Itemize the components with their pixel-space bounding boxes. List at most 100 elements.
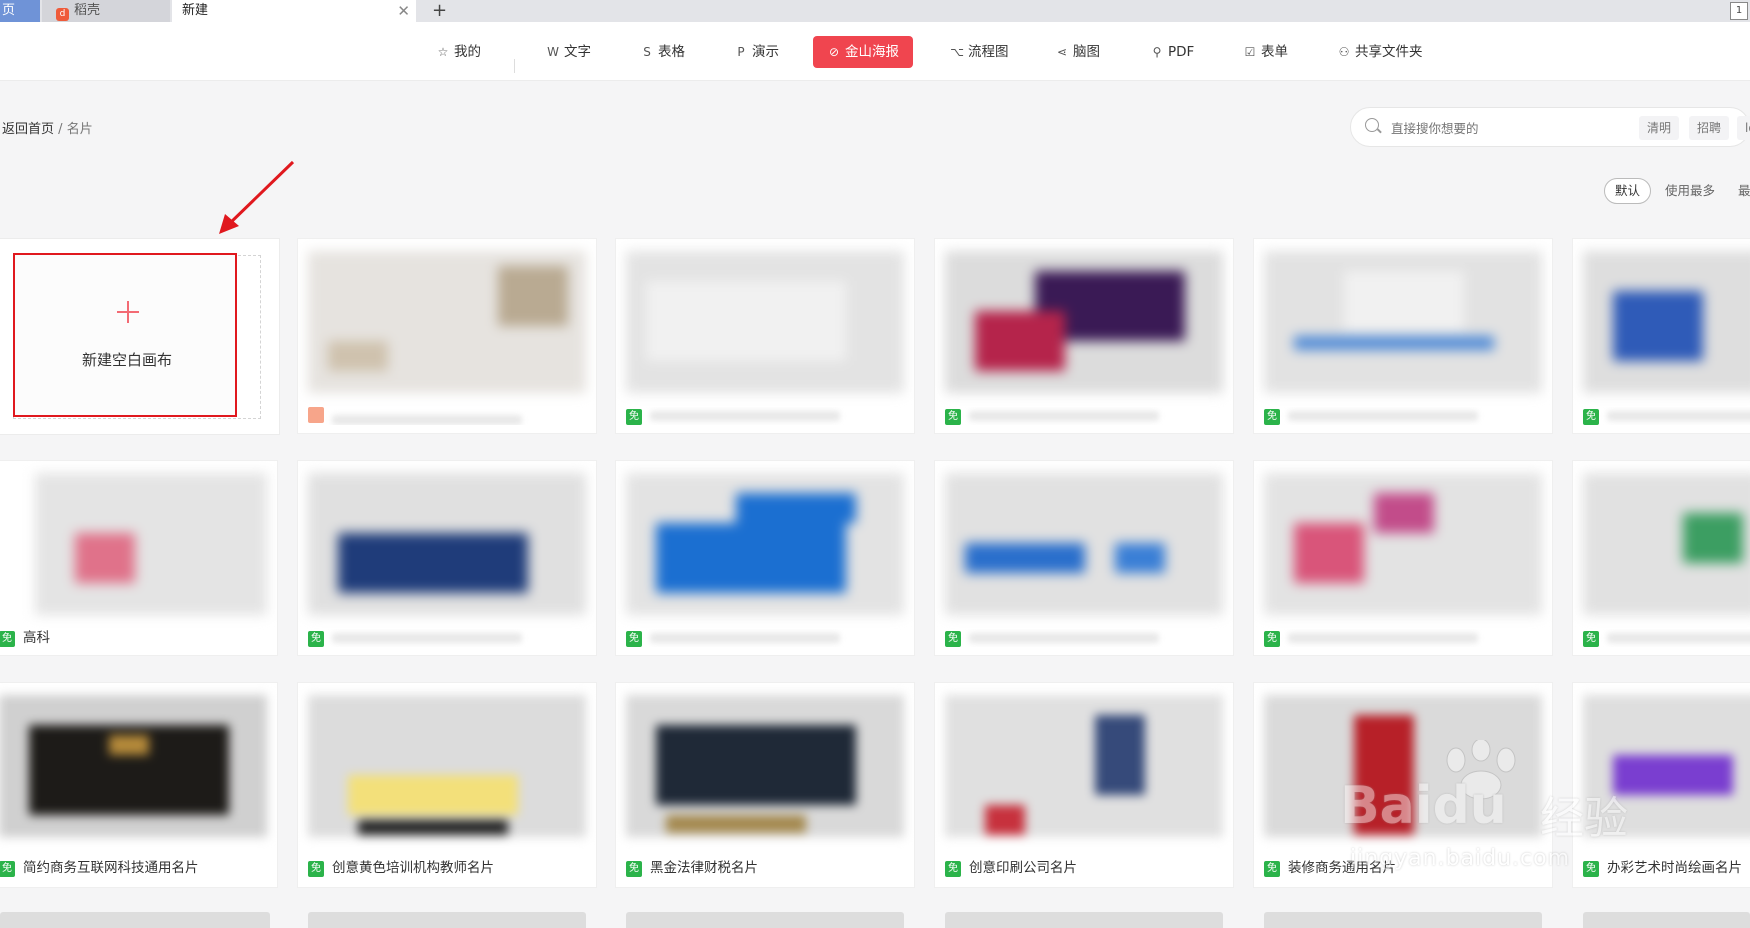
free-badge: 免 bbox=[308, 861, 324, 877]
template-thumbnail bbox=[945, 695, 1223, 837]
template-thumbnail bbox=[308, 251, 586, 393]
free-badge: 免 bbox=[1264, 631, 1280, 647]
free-badge: 免 bbox=[945, 861, 961, 877]
tab-new-label: 新建 bbox=[182, 3, 209, 18]
nav-item-mindmap[interactable]: ⋖ 脑图 bbox=[1055, 36, 1100, 68]
free-badge: 免 bbox=[0, 631, 15, 647]
pdf-icon: ⚲ bbox=[1152, 45, 1162, 59]
template-card[interactable]: 免 bbox=[934, 238, 1234, 434]
template-thumbnail bbox=[1264, 473, 1542, 615]
template-meta bbox=[308, 407, 586, 425]
template-card-partial bbox=[1583, 912, 1750, 928]
nav-item-pdf[interactable]: ⚲ PDF bbox=[1150, 36, 1195, 68]
template-title-blurred bbox=[1288, 411, 1478, 421]
nav-item-flowchart[interactable]: ⌥ 流程图 bbox=[950, 36, 1009, 68]
nav-item-label: 演示 bbox=[752, 44, 779, 60]
form-icon: ☑ bbox=[1244, 45, 1256, 59]
template-card[interactable]: 免 bbox=[1253, 460, 1553, 656]
template-meta: 免办彩艺术时尚绘画名片 bbox=[1583, 859, 1750, 877]
template-search-box[interactable]: 清明 招聘 lo bbox=[1350, 107, 1750, 147]
nav-item-label: 表单 bbox=[1261, 44, 1288, 60]
template-card[interactable]: 免 bbox=[934, 460, 1234, 656]
free-badge: 免 bbox=[0, 861, 15, 877]
new-blank-canvas-card[interactable]: 新建空白画布 bbox=[0, 238, 280, 435]
nav-item-share-folder[interactable]: ⚇ 共享文件夹 bbox=[1337, 36, 1423, 68]
breadcrumb-back-link[interactable]: 返回首页 bbox=[2, 122, 54, 137]
template-card[interactable]: 免创意印刷公司名片 bbox=[934, 682, 1234, 888]
window-count-badge[interactable]: 1 bbox=[1730, 2, 1748, 20]
template-thumbnail bbox=[1583, 251, 1750, 393]
free-badge: 免 bbox=[1264, 861, 1280, 877]
template-title-blurred bbox=[1288, 633, 1478, 643]
tab-new[interactable]: 新建 ✕ bbox=[172, 0, 416, 22]
flowchart-icon: ⌥ bbox=[950, 45, 964, 59]
template-card[interactable]: 免 bbox=[615, 460, 915, 656]
template-card-partial bbox=[0, 912, 270, 928]
search-input[interactable] bbox=[1389, 117, 1643, 139]
template-card[interactable]: 免 bbox=[1253, 238, 1553, 434]
template-thumbnail bbox=[626, 473, 904, 615]
template-thumbnail bbox=[308, 695, 586, 837]
template-card[interactable]: 免 bbox=[297, 460, 597, 656]
sort-option-latest[interactable]: 最 bbox=[1738, 178, 1750, 204]
nav-item-poster[interactable]: ⊘ 金山海报 bbox=[813, 36, 913, 68]
nav-item-mine[interactable]: ☆ 我的 bbox=[436, 36, 481, 68]
new-tab-button[interactable]: + bbox=[432, 0, 447, 22]
free-badge: 免 bbox=[945, 409, 961, 425]
template-card[interactable]: 免 bbox=[1572, 460, 1750, 656]
sort-option-most-used[interactable]: 使用最多 bbox=[1665, 178, 1715, 204]
template-thumbnail bbox=[35, 473, 267, 615]
template-card[interactable] bbox=[297, 238, 597, 434]
template-title-blurred bbox=[332, 633, 522, 643]
template-title-blurred bbox=[332, 415, 522, 425]
template-meta: 免黑金法律财税名片 bbox=[626, 859, 904, 877]
template-card[interactable]: 免办彩艺术时尚绘画名片 bbox=[1572, 682, 1750, 888]
hot-search-tag[interactable]: lo bbox=[1737, 116, 1750, 140]
nav-item-presentation[interactable]: P 演示 bbox=[734, 36, 779, 68]
template-thumbnail bbox=[1583, 473, 1750, 615]
sort-option-default[interactable]: 默认 bbox=[1604, 178, 1652, 204]
template-meta: 免 bbox=[945, 407, 1223, 425]
template-card[interactable]: 免黑金法律财税名片 bbox=[615, 682, 915, 888]
template-card[interactable]: 免创意黄色培训机构教师名片 bbox=[297, 682, 597, 888]
template-meta: 免 bbox=[945, 629, 1223, 647]
free-badge: 免 bbox=[1583, 409, 1599, 425]
template-title-blurred bbox=[650, 411, 840, 421]
template-card[interactable]: 免 bbox=[1572, 238, 1750, 434]
breadcrumb-current: 名片 bbox=[66, 122, 93, 137]
template-meta: 免 bbox=[1264, 629, 1542, 647]
tab-home-label: 页 bbox=[2, 3, 16, 18]
template-card[interactable]: 免简约商务互联网科技通用名片 bbox=[0, 682, 278, 888]
close-tab-icon[interactable]: ✕ bbox=[397, 0, 410, 22]
template-thumbnail bbox=[945, 251, 1223, 393]
template-title: 装修商务通用名片 bbox=[1288, 860, 1396, 876]
nav-item-sheet[interactable]: S 表格 bbox=[640, 36, 685, 68]
template-meta: 免 bbox=[1583, 407, 1750, 425]
template-card-partial bbox=[945, 912, 1223, 928]
free-badge: 免 bbox=[626, 861, 642, 877]
nav-item-writer[interactable]: W 文字 bbox=[546, 36, 591, 68]
template-thumbnail bbox=[1264, 251, 1542, 393]
template-meta: 免创意印刷公司名片 bbox=[945, 859, 1223, 877]
template-card-partial bbox=[308, 912, 586, 928]
hot-search-tag[interactable]: 招聘 bbox=[1689, 116, 1730, 140]
template-meta: 免 bbox=[626, 407, 904, 425]
tab-daoke[interactable]: d 稻壳 bbox=[42, 0, 170, 22]
highlight-box[interactable]: 新建空白画布 bbox=[13, 253, 237, 417]
template-title: 高科 bbox=[23, 630, 50, 646]
plus-icon bbox=[117, 301, 139, 323]
hot-search-tag[interactable]: 清明 bbox=[1639, 116, 1680, 140]
template-thumbnail bbox=[1264, 695, 1542, 837]
template-card[interactable]: 免装修商务通用名片 bbox=[1253, 682, 1553, 888]
template-meta: 免 bbox=[1583, 629, 1750, 647]
template-card[interactable]: 免高科 bbox=[0, 460, 278, 656]
template-card[interactable]: 免 bbox=[615, 238, 915, 434]
template-title-blurred bbox=[1607, 411, 1750, 421]
nav-item-label: 流程图 bbox=[968, 44, 1009, 60]
tab-home[interactable]: 页 bbox=[0, 0, 40, 22]
nav-item-label: 脑图 bbox=[1073, 44, 1100, 60]
breadcrumb: 返回首页 / 名片 bbox=[2, 118, 93, 137]
template-title-blurred bbox=[969, 633, 1159, 643]
free-badge: 免 bbox=[945, 631, 961, 647]
nav-item-form[interactable]: ☑ 表单 bbox=[1243, 36, 1288, 68]
